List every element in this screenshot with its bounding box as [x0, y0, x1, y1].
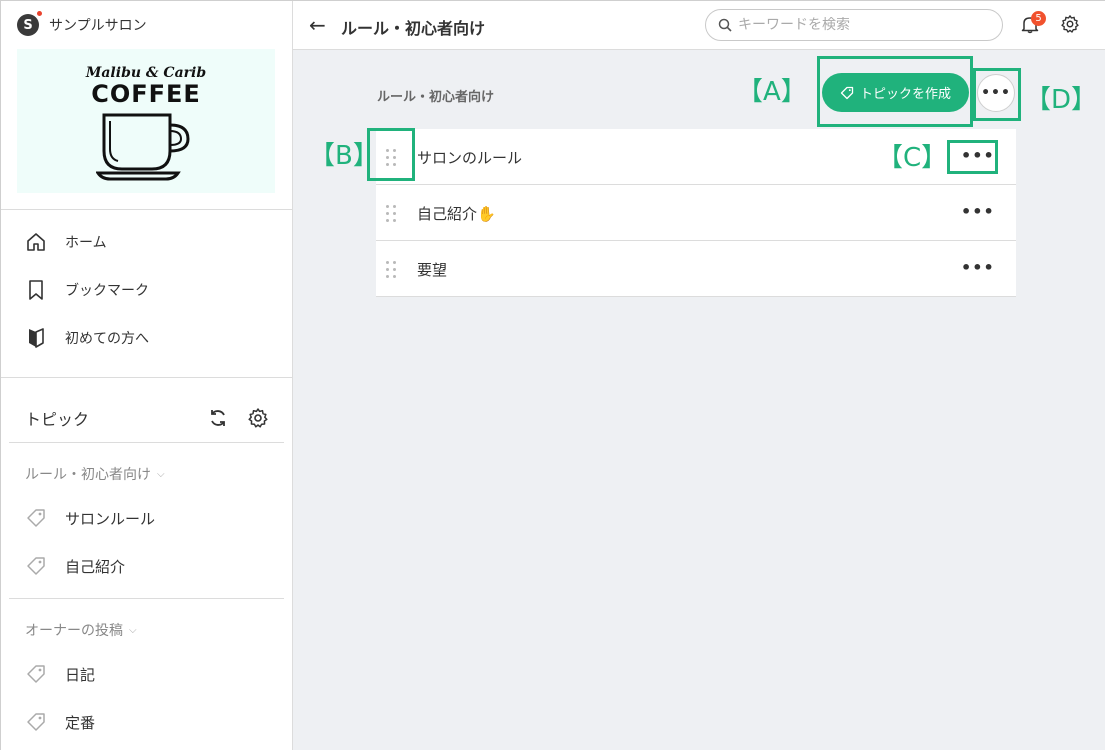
row-more-button[interactable]: ••• — [961, 257, 994, 279]
topic-item-label: 日記 — [65, 665, 96, 684]
topic-item-label: 自己紹介 — [65, 557, 126, 576]
salon-logo-icon: S — [17, 11, 42, 36]
refresh-icon[interactable] — [207, 407, 229, 429]
topic-item-diary[interactable]: 日記 — [25, 662, 95, 686]
search-icon — [718, 18, 732, 32]
sidebar-item-bookmark[interactable]: ブックマーク — [25, 278, 149, 302]
sidebar-item-label: 初めての方へ — [65, 331, 149, 347]
annotation-label-d: 【D】 — [1025, 85, 1098, 115]
topic-item-self-intro[interactable]: 自己紹介 — [25, 554, 125, 578]
topic-group-label: オーナーの投稿 — [25, 623, 123, 639]
topic-row[interactable]: 自己紹介✋ ••• — [376, 185, 1016, 241]
topics-header: トピック — [25, 405, 269, 431]
drag-handle-icon[interactable] — [385, 203, 399, 223]
gear-icon — [1061, 15, 1079, 33]
search-box[interactable] — [705, 9, 1003, 41]
topic-row[interactable]: 要望 ••• — [376, 241, 1016, 297]
annotation-label-a: 【A】 — [737, 77, 807, 107]
notification-badge: 5 — [1031, 11, 1046, 26]
banner-script-text: Malibu & Carib — [85, 65, 207, 81]
beginner-mark-icon — [29, 328, 44, 348]
notification-button[interactable]: 5 — [1020, 11, 1046, 36]
gear-icon[interactable] — [247, 407, 269, 429]
tag-icon — [27, 713, 45, 731]
tag-icon — [27, 557, 45, 575]
tag-icon — [27, 665, 45, 683]
coffee-cup-icon — [96, 113, 190, 181]
top-bar: ← ルール・初心者向け 5 — [293, 1, 1105, 50]
topic-item-label: サロンルール — [65, 509, 156, 528]
sidebar-divider — [1, 209, 292, 210]
chevron-down-icon: ⌵ — [129, 624, 137, 636]
annotation-label-c: 【C】 — [877, 143, 948, 173]
section-label: ルール・初心者向け — [377, 90, 495, 105]
topics-divider — [9, 442, 284, 443]
topic-item-salon-rules[interactable]: サロンルール — [25, 506, 155, 530]
annotation-box-d — [973, 68, 1021, 121]
brand-name: サンプルサロン — [49, 18, 147, 34]
sidebar: S サンプルサロン Malibu & Carib COFFEE ホーム ブックマ… — [1, 1, 293, 750]
topic-item-standard[interactable]: 定番 — [25, 710, 95, 734]
bookmark-icon — [29, 280, 43, 300]
salon-banner-image: Malibu & Carib COFFEE — [17, 49, 275, 193]
banner-title: COFFEE — [91, 80, 201, 108]
search-input[interactable] — [738, 17, 988, 33]
brand[interactable]: S サンプルサロン — [17, 11, 147, 39]
row-more-button[interactable]: ••• — [961, 201, 994, 223]
sidebar-item-home[interactable]: ホーム — [25, 230, 107, 254]
sidebar-divider — [1, 377, 292, 378]
chevron-down-icon: ⌵ — [157, 468, 165, 480]
app-window: S サンプルサロン Malibu & Carib COFFEE ホーム ブックマ… — [0, 0, 1105, 750]
topics-divider — [9, 598, 284, 599]
topic-row-label: 自己紹介✋ — [417, 205, 496, 223]
topic-item-label: 定番 — [65, 713, 96, 732]
sidebar-item-label: ブックマーク — [65, 283, 149, 299]
settings-button[interactable] — [1060, 14, 1082, 36]
home-icon — [27, 233, 45, 251]
annotation-label-b: 【B】 — [309, 141, 379, 171]
topics-title: トピック — [25, 410, 90, 429]
topic-group-owner-posts[interactable]: オーナーの投稿 ⌵ — [25, 620, 137, 640]
sidebar-item-beginner[interactable]: 初めての方へ — [25, 326, 149, 350]
back-arrow-icon[interactable]: ← — [309, 14, 326, 36]
annotation-box-c — [947, 140, 998, 174]
annotation-box-a — [817, 56, 973, 127]
topic-row-label: 要望 — [417, 261, 448, 279]
topic-row-label: サロンのルール — [417, 149, 523, 167]
page-title: ルール・初心者向け — [341, 19, 486, 38]
tag-icon — [27, 509, 45, 527]
drag-handle-icon[interactable] — [385, 259, 399, 279]
topic-group-rules[interactable]: ルール・初心者向け ⌵ — [25, 464, 165, 484]
sidebar-item-label: ホーム — [65, 235, 107, 251]
topic-group-label: ルール・初心者向け — [25, 467, 151, 483]
